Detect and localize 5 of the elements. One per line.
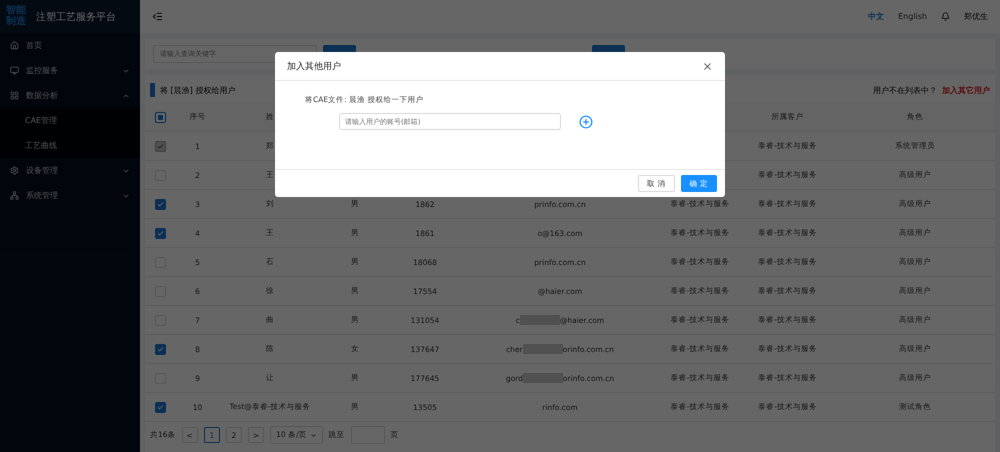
dialog-title: 加入其他用户 [287, 60, 341, 72]
section-title: 将 [晨渔] 授权给用户 [160, 84, 236, 96]
logo: 智能制造 [6, 6, 27, 27]
hint-text: 用户不在列表中？ [873, 84, 937, 96]
app-title: 注塑工艺服务平台 [36, 10, 116, 24]
